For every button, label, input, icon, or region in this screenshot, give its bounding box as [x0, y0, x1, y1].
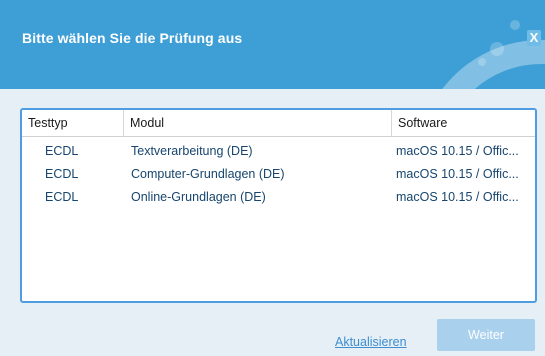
cell-modul: Textverarbeitung (DE): [131, 144, 253, 158]
column-header-software[interactable]: Software: [391, 110, 535, 136]
next-button[interactable]: Weiter: [437, 319, 535, 351]
cell-modul: Computer-Grundlagen (DE): [131, 167, 285, 181]
table-body: ECDL Textverarbeitung (DE) macOS 10.15 /…: [22, 137, 535, 209]
decorative-dot: [510, 20, 520, 30]
table-header: Testtyp Modul Software: [22, 110, 535, 137]
cell-modul: Online-Grundlagen (DE): [131, 190, 266, 204]
refresh-link[interactable]: Aktualisieren: [335, 335, 407, 349]
cell-testtyp: ECDL: [45, 190, 79, 204]
table-row[interactable]: ECDL Textverarbeitung (DE) macOS 10.15 /…: [22, 140, 535, 163]
decorative-arc: [417, 40, 545, 89]
table-row[interactable]: ECDL Computer-Grundlagen (DE) macOS 10.1…: [22, 163, 535, 186]
column-header-testtyp[interactable]: Testtyp: [22, 110, 123, 136]
exam-selection-dialog: Bitte wählen Sie die Prüfung aus X Testt…: [0, 0, 545, 356]
dialog-title: Bitte wählen Sie die Prüfung aus: [22, 30, 243, 46]
cell-testtyp: ECDL: [45, 144, 79, 158]
cell-software: macOS 10.15 / Offic...: [396, 144, 519, 158]
table-row[interactable]: ECDL Online-Grundlagen (DE) macOS 10.15 …: [22, 186, 535, 209]
exam-table: Testtyp Modul Software ECDL Textverarbei…: [20, 108, 537, 303]
cell-software: macOS 10.15 / Offic...: [396, 167, 519, 181]
dialog-header: Bitte wählen Sie die Prüfung aus X: [0, 0, 545, 89]
close-icon: X: [529, 30, 539, 45]
close-button[interactable]: X: [527, 30, 541, 46]
cell-software: macOS 10.15 / Offic...: [396, 190, 519, 204]
cell-testtyp: ECDL: [45, 167, 79, 181]
column-header-modul[interactable]: Modul: [123, 110, 391, 136]
